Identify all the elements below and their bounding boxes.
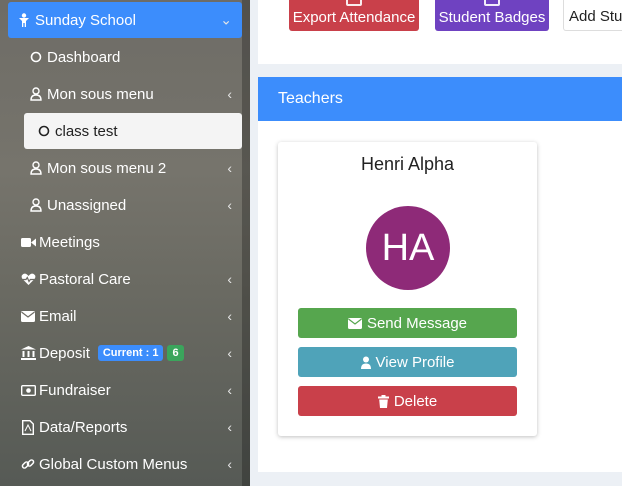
file-pdf-icon (20, 419, 36, 435)
student-badges-button[interactable]: Student Badges (435, 0, 549, 31)
teachers-header: Teachers (258, 77, 622, 121)
envelope-icon (20, 310, 36, 322)
chevron-left-icon: ‹ (227, 382, 232, 398)
circle-icon (36, 125, 52, 137)
button-label: Delete (393, 392, 438, 410)
chevron-left-icon: ‹ (227, 160, 232, 176)
teachers-box: Teachers Henri Alpha HA Send Message Vie… (258, 77, 622, 472)
sidebar-item-pastoral-care[interactable]: Pastoral Care ‹ (8, 261, 242, 297)
child-icon (16, 13, 32, 27)
export-attendance-button[interactable]: Export Attendance (289, 0, 419, 31)
chevron-left-icon: ‹ (227, 271, 232, 287)
page-background (258, 472, 622, 486)
button-label: Student Badges (438, 9, 546, 26)
heartbeat-icon (20, 273, 36, 286)
sidebar-item-label: Sunday School (35, 11, 136, 29)
chevron-left-icon: ‹ (227, 419, 232, 435)
add-student-button[interactable]: Add Stude (563, 0, 622, 31)
user-icon (28, 198, 44, 212)
sidebar-item-label: Unassigned (47, 196, 127, 214)
button-label: Add Stude (569, 8, 622, 25)
sidebar-item-label: Mon sous menu (47, 85, 154, 103)
teacher-name: Henri Alpha (360, 154, 455, 174)
sidebar-item-label: Data/Reports (39, 418, 128, 436)
send-message-button[interactable]: Send Message (298, 308, 517, 338)
sidebar-item-label: Pastoral Care (39, 270, 131, 288)
sidebar-item-sunday-school[interactable]: Sunday School ⌄ (8, 2, 242, 38)
sidebar-item-mon-sous-menu-2[interactable]: Mon sous menu 2 ‹ (8, 150, 242, 186)
user-icon (28, 87, 44, 101)
chevron-left-icon: ‹ (227, 197, 232, 213)
sidebar-item-class-test[interactable]: class test (24, 113, 242, 149)
sidebar: Sunday School ⌄ Dashboard Mon sous menu … (0, 0, 250, 486)
sidebar-item-unassigned[interactable]: Unassigned ‹ (8, 187, 242, 223)
circle-icon (28, 51, 44, 63)
delete-button[interactable]: Delete (298, 386, 517, 416)
sidebar-item-label: Dashboard (47, 48, 121, 66)
money-icon (20, 384, 36, 396)
envelope-icon (347, 317, 362, 329)
sidebar-item-label: Mon sous menu 2 (47, 159, 167, 177)
sidebar-item-label: class test (55, 122, 118, 140)
badge-icon (484, 0, 500, 6)
sidebar-item-label: Global Custom Menus (39, 455, 188, 473)
view-profile-button[interactable]: View Profile (298, 347, 517, 377)
sidebar-item-label: Meetings (39, 233, 100, 251)
sidebar-item-label: Email (39, 307, 77, 325)
export-icon (346, 0, 362, 6)
button-label: Export Attendance (292, 9, 416, 26)
bank-icon (20, 346, 36, 360)
sidebar-item-label: Deposit (39, 344, 90, 362)
sidebar-item-label: Fundraiser (39, 381, 111, 399)
sidebar-item-email[interactable]: Email ‹ (8, 298, 242, 334)
chevron-left-icon: ‹ (227, 86, 232, 102)
user-icon (360, 356, 371, 369)
sidebar-item-fundraiser[interactable]: Fundraiser ‹ (8, 372, 242, 408)
sidebar-item-meetings[interactable]: Meetings (8, 224, 242, 260)
teacher-card: Henri Alpha HA Send Message View Profile… (278, 142, 537, 436)
video-icon (20, 237, 36, 248)
trash-icon (377, 394, 389, 408)
chevron-left-icon: ‹ (227, 308, 232, 324)
sidebar-item-mon-sous-menu[interactable]: Mon sous menu ‹ (8, 76, 242, 112)
actions-box: Export Attendance Student Badges Add Stu… (258, 0, 622, 64)
link-icon (20, 457, 36, 471)
avatar[interactable]: HA (366, 206, 450, 290)
chevron-left-icon: ‹ (227, 345, 232, 361)
button-label: View Profile (375, 353, 455, 371)
chevron-left-icon: ‹ (227, 456, 232, 472)
sidebar-item-dashboard[interactable]: Dashboard (8, 39, 242, 75)
status-badge: Current : 1 (97, 345, 164, 361)
button-label: Send Message (366, 314, 468, 332)
user-icon (28, 161, 44, 175)
count-badge: 6 (167, 345, 184, 361)
sidebar-item-deposit[interactable]: Deposit Current : 1 6 ‹ (8, 335, 242, 371)
sidebar-item-data-reports[interactable]: Data/Reports ‹ (8, 409, 242, 445)
chevron-down-icon: ⌄ (220, 11, 232, 28)
sidebar-item-global-custom-menus[interactable]: Global Custom Menus ‹ (8, 446, 242, 482)
